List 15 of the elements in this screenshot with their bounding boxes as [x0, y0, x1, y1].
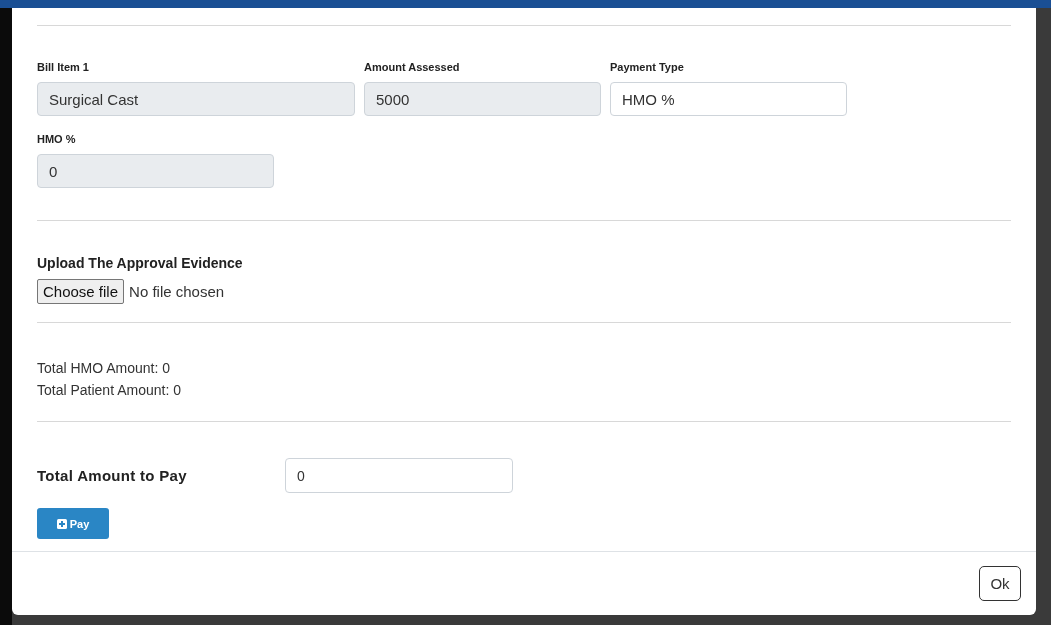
upload-label: Upload The Approval Evidence: [37, 255, 244, 271]
total-line: Total Patient Amount: 0: [37, 381, 181, 400]
ok-button[interactable]: Ok: [979, 566, 1021, 601]
choose-file-button[interactable]: Choose file: [37, 279, 125, 304]
total-amount-label: Total Amount to Pay: [37, 467, 188, 484]
field-label: Payment Type: [610, 61, 685, 74]
field-label: HMO %: [37, 133, 77, 146]
plus-square-icon: [56, 518, 67, 529]
field-label: Amount Assessed: [364, 61, 461, 74]
pay-button[interactable]: Pay: [37, 508, 109, 539]
total-line: Total HMO Amount: 0: [37, 359, 171, 378]
total-amount-field[interactable]: 0: [285, 458, 513, 493]
file-status: No file chosen: [129, 283, 225, 300]
field-label: Bill Item 1: [37, 61, 90, 74]
input-field[interactable]: HMO %: [610, 82, 847, 116]
